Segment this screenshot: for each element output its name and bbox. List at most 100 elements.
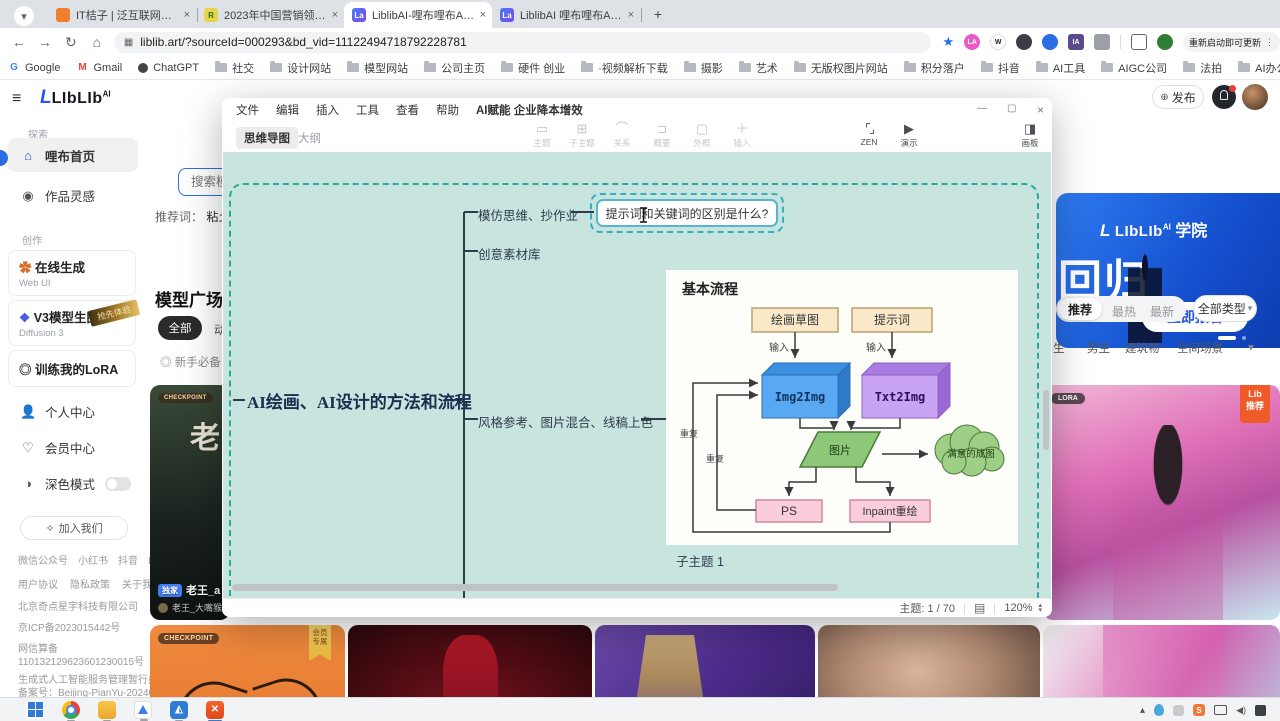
reload-icon[interactable]: ↻ [58,34,84,51]
bookmark-folder-aioffice[interactable]: AI办公工具 [1238,60,1280,76]
canvas-horizontal-scrollbar[interactable] [232,584,838,591]
menu-edit[interactable]: 编辑 [276,102,299,118]
window-close-icon[interactable]: × [1037,103,1044,117]
tool-topic[interactable]: ▭主题 [522,122,562,149]
window-minimize-icon[interactable]: — [977,103,987,114]
browser-tab-3-active[interactable]: La LiblibAI-哩布哩布AI - 中国领先 × [344,2,492,28]
mindmap-branch-style[interactable]: 风格参考、图片混合、线稿上色 [478,412,653,431]
card-author[interactable]: 老王_大嘴猴 [158,601,222,614]
tool-board-panel[interactable]: ◨画板 [1010,122,1050,149]
tab1-close-icon[interactable]: × [184,9,190,21]
tray-drop-icon[interactable] [1154,704,1164,716]
bookmark-star-icon[interactable]: ★ [943,34,955,50]
tray-volume-icon[interactable]: ◀) [1236,705,1246,716]
type-dropdown[interactable]: 全部类型▾ [1193,295,1257,322]
mindmap-canvas[interactable]: AI绘画、AI设计的方法和流程 模仿思维、抄作业 创意素材库 风格参考、图片混合… [223,152,1051,598]
link-terms[interactable]: 用户协议 [18,576,58,591]
window-maximize-icon[interactable]: ▢ [1007,103,1016,114]
tab2-close-icon[interactable]: × [332,9,338,21]
tab-search-button[interactable]: ▾ [14,6,34,26]
bookmark-folder-art[interactable]: 艺术 [739,60,778,76]
taskbar-cloud-app-icon[interactable] [134,701,152,719]
bookmark-folder-model[interactable]: 模型网站 [347,60,408,76]
sidebar-item-personal[interactable]: 👤个人中心 [20,402,95,421]
zoom-stepper[interactable]: ▴▾ [1038,603,1042,613]
link-xiaohongshu[interactable]: 小红书 [78,552,108,567]
bookmark-folder-fapai[interactable]: 法拍 [1183,60,1222,76]
bookmark-folder-video[interactable]: ·视频解析下载 [581,60,668,76]
tool-present[interactable]: ▶演示 [889,122,929,149]
category-architecture[interactable]: 建筑物 [1125,340,1160,356]
tab3-close-icon[interactable]: × [480,9,486,21]
sidebar-item-v3[interactable]: ❖ V3模型生图 Diffusion 3 抢先体验 [8,300,136,346]
tool-zen-mode[interactable]: ⌜⌟ZEN [849,122,889,147]
filter-hot[interactable]: 最热 [1112,303,1136,320]
extension-blue-icon[interactable] [1042,34,1058,50]
academy-banner[interactable]: L LIbLIbAI 学院 回归 立即报名 [1056,193,1280,348]
category-space[interactable]: 空间场景 [1177,340,1223,356]
darkmode-toggle[interactable] [105,477,131,491]
category-partial[interactable]: 生 [1053,340,1065,356]
browser-tab-1[interactable]: IT桔子 | 泛互联网创业投资项目 × [48,2,196,28]
bookmark-folder-douyin[interactable]: 抖音 [981,60,1020,76]
bookmark-folder-aigc[interactable]: AIGC公司 [1101,60,1167,76]
taskbar-xmind-icon-active[interactable]: ✕ [206,701,224,719]
link-douyin[interactable]: 抖音 [118,552,138,567]
liblib-logo[interactable]: LLIbLIbAI [40,87,111,109]
extension-dark-icon[interactable] [1016,34,1032,50]
site-info-icon[interactable]: ▦ [124,37,132,48]
tool-insert[interactable]: ＋插入 [722,122,762,149]
filter-new[interactable]: 最新 [1150,303,1174,320]
footer-icp[interactable]: 京ICP备2023015442号 [18,619,120,634]
menu-tools[interactable]: 工具 [356,102,379,118]
new-tab-button[interactable]: + [646,2,670,26]
mindmap-branch-imitate[interactable]: 模仿思维、抄作业 [478,205,578,224]
xmind-tab-mindmap[interactable]: 思维导图 [236,127,298,149]
taskbar-photos-icon[interactable]: ◭ [170,701,188,719]
url-text[interactable]: liblib.art/?sourceId=000293&bd_vid=11122… [140,35,467,49]
sidebar-item-home[interactable]: ⌂哩布首页 [8,138,138,172]
flowchart-image[interactable]: 基本流程 绘画草图 提示词 输入 输入 Img2Img [666,270,1018,545]
menu-insert[interactable]: 插入 [316,102,339,118]
mindmap-selected-node[interactable]: 提示词和关键词的区别是什么? [590,193,784,233]
browser-tab-2[interactable]: R 2023年中国营销领域AIGC技术 × [196,2,344,28]
taskbar-explorer-icon[interactable] [98,701,116,719]
sidebar-item-online-gen[interactable]: ✿ 在线生成 Web UI [8,250,136,296]
overview-icon[interactable]: ▤ [974,601,985,615]
bookmark-gmail[interactable]: MGmail [76,62,122,74]
model-card-afurelia-top[interactable]: LORA Lib 推荐 [1043,385,1280,620]
extension-la-icon[interactable]: LA [964,34,980,50]
bookmark-folder-hardware[interactable]: 硬件 创业 [501,60,565,76]
notification-bell-icon[interactable] [1212,85,1236,109]
menu-view[interactable]: 查看 [396,102,419,118]
tray-snipaste-icon[interactable]: S [1193,704,1205,716]
start-button-icon[interactable] [26,701,44,719]
publish-button[interactable]: ⊕发布 [1152,85,1204,109]
categories-expand-icon[interactable]: ▾ [1248,340,1254,354]
user-avatar[interactable] [1242,84,1268,110]
sidebar-item-inspiration[interactable]: ◉作品灵感 [20,186,95,205]
extensions-puzzle-icon[interactable] [1094,34,1110,50]
extension-ia-icon[interactable]: IA [1068,34,1084,50]
canvas-vertical-scrollbar[interactable] [1043,390,1049,450]
bookmark-folder-design[interactable]: 设计网站 [270,60,331,76]
filter-pill-all[interactable]: 全部 [158,316,202,340]
tray-expand-icon[interactable]: ▴ [1140,705,1145,716]
filter-recommended[interactable]: 推荐 [1058,298,1102,320]
menu-dots-icon[interactable]: ⋮ [1265,37,1274,48]
selected-node-text[interactable]: 提示词和关键词的区别是什么? [596,199,778,227]
address-bar[interactable]: ▦ liblib.art/?sourceId=000293&bd_vid=111… [114,32,931,53]
back-icon[interactable]: ← [6,34,32,50]
mindmap-branch-library[interactable]: 创意素材库 [478,244,541,263]
browser-tab-4[interactable]: La LiblibAI 哩布哩布AI - 中国领先 × [492,2,640,28]
mindmap-subtopic-label[interactable]: 子主题 1 [676,551,724,570]
tray-display-icon[interactable] [1214,705,1227,715]
menu-ai[interactable]: AI赋能 企业降本增效 [476,102,583,118]
tool-relationship[interactable]: ⌒关系 [602,122,642,149]
mindmap-root-topic[interactable]: AI绘画、AI设计的方法和流程 [247,388,472,413]
zoom-level[interactable]: 120% [1004,602,1032,614]
tray-dark-icon[interactable] [1255,705,1266,716]
sidebar-item-member[interactable]: ♡会员中心 [20,438,95,457]
tool-boundary[interactable]: ▢外框 [682,122,722,149]
sidebar-item-train-lora[interactable]: ◎ 训练我的LoRA [8,350,136,387]
